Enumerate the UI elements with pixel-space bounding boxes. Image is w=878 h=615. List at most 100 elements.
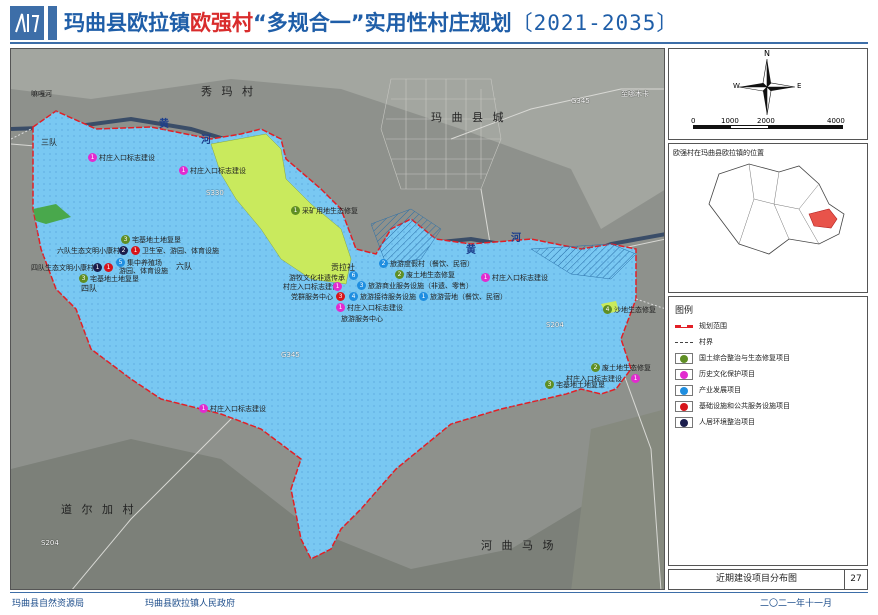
road-label-s330: S330 [206,189,224,197]
page-footer: 玛曲县自然资源局 玛曲县欧拉镇人民政府 二〇二一年十一月 [0,594,878,615]
marker-green[interactable]: 3 [121,235,130,244]
page-title: 玛曲县欧拉镇欧强村“多规合一”实用性村庄规划〔2021-2035〕 [64,6,678,40]
marker-green[interactable]: 3 [545,380,554,389]
marker-navy[interactable]: 2 [119,246,128,255]
legend: 图例 规划范围 村界 国土综合整治与生态修复项目 历史文化保护项目 产业发展项目… [668,296,868,566]
locator-map: 欧强村在玛曲县欧拉镇的位置 [668,143,868,293]
marker-blue[interactable]: 3 [357,281,366,290]
project-label: 沙地生态修复 [614,306,656,314]
bottom-rule [10,592,868,593]
compass-box: N E W 0 1000 2000 4000 [668,48,868,140]
label-siyu: 四队 [81,284,97,293]
marker-red[interactable]: 1 [131,246,140,255]
scale-1: 1000 [721,117,739,125]
legend-title: 图例 [675,306,694,316]
legend-item-heritage: 历史文化保护项目 [675,369,863,381]
legend-item-infrastructure: 基础设施和公共服务设施项目 [675,401,863,413]
marker-green[interactable]: 2 [395,270,404,279]
marker-green[interactable]: 3 [79,274,88,283]
header-rule [10,42,868,44]
page-header: 玛曲县欧拉镇欧强村“多规合一”实用性村庄规划〔2021-2035〕 [0,0,878,44]
project-label: 党群服务中心 [291,293,333,301]
legend-item-village-border: 村界 [675,337,863,349]
project-label: 四队生态文明小康村 [31,264,94,272]
marker-pink[interactable]: 1 [631,374,640,383]
compass-w: W [733,82,740,90]
marker-red[interactable]: 3 [336,292,345,301]
marker-green[interactable]: 4 [603,305,612,314]
project-label: 村庄入口标志建设 [492,274,548,282]
marker-navy[interactable]: 1 [93,263,102,272]
project-label: 村庄入口标志建设 [347,304,403,312]
legend-item-living-environment: 人居环境整治项目 [675,417,863,429]
marker-pink[interactable]: 1 [199,404,208,413]
project-label: 宅基地土地复垦 [132,236,181,244]
marker-pink[interactable]: 1 [88,153,97,162]
scale-bar [693,125,843,129]
project-label: 村庄入口标志建设 [190,167,246,175]
river-label-4: 河 [511,233,521,244]
map-footer: 近期建设项目分布图 27 [668,569,868,590]
label-hequmachang: 河 曲 马 场 [481,539,557,552]
marker-blue[interactable]: 1 [419,292,428,301]
road-label-s204b: S204 [41,539,59,547]
marker-green[interactable]: 2 [591,363,600,372]
compass-e: E [797,82,802,90]
project-label: 旅游度假村（餐饮、民宿） [390,260,474,268]
project-label: 旅游营地（餐饮、民宿） [430,293,507,301]
label-xiumacun: 秀 玛 村 [201,85,256,98]
project-label: 村庄入口标志建设 [283,283,339,291]
title-years: 〔2021-2035〕 [511,11,679,35]
marker-green[interactable]: 1 [291,206,300,215]
project-label: 旅游服务中心 [341,315,383,323]
marker-pink[interactable]: 1 [336,303,345,312]
marker-blue[interactable]: 6 [349,271,358,280]
marker-blue[interactable]: 2 [379,259,388,268]
label-sanyu: 三队 [41,138,57,147]
legend-item-boundary: 规划范围 [675,321,863,333]
title-main: “多规合一”实用性村庄规划 [253,11,512,35]
footer-date: 二〇二一年十一月 [760,599,833,609]
legend-item-industry: 产业发展项目 [675,385,863,397]
side-panel: N E W 0 1000 2000 4000 欧强村在玛曲县欧拉镇的位置 图例 … [668,48,868,590]
footer-org-mid: 玛曲县欧拉镇人民政府 [145,599,236,609]
plan-logo [10,6,44,40]
project-label: 废土地生态修复 [602,364,651,372]
road-label-zhimucun: 至哪木卡 [621,90,649,98]
village-logo-icon [10,6,44,40]
scale-3: 4000 [827,117,845,125]
locator-svg [708,163,845,255]
river-label-3: 黄 [466,245,476,256]
project-label: 宅基地土地复垦 [90,275,139,283]
map-view[interactable]: 秀 玛 村 玛 曲 县 城 道 尔 加 村 河 曲 马 场 三队 四队 六队 贡… [10,48,665,590]
road-label-g345b: G345 [281,351,300,359]
label-shimucun: 嘛嘎河 [31,90,52,98]
scale-0: 0 [691,117,696,125]
project-label: 废土地生态修复 [406,271,455,279]
road-label-g345a: G345 [571,97,590,105]
project-label: 村庄入口标志建设 [99,154,155,162]
marker-pink[interactable]: 1 [481,273,490,282]
title-prefix: 玛曲县欧拉镇 [64,11,190,35]
scale-2: 2000 [757,117,775,125]
label-maquxiancheng: 玛 曲 县 城 [431,111,507,124]
footer-org-left: 玛曲县自然资源局 [12,599,85,609]
locator-title: 欧强村在玛曲县欧拉镇的位置 [673,149,764,157]
road-label-s204a: S204 [546,321,564,329]
label-daoerjiacun: 道 尔 加 村 [61,503,137,516]
marker-red[interactable]: 1 [104,263,113,272]
label-liuyu: 六队 [176,262,192,271]
marker-blue[interactable]: 4 [349,292,358,301]
title-village: 欧强村 [190,11,253,35]
project-label: 旅游商业服务设施（非遗、零售） [368,282,473,290]
project-label: 六队生态文明小康村 [57,247,120,255]
legend-item-restoration: 国土综合整治与生态修复项目 [675,353,863,365]
project-label: 采矿用地生态修复 [302,207,358,215]
river-label-2: 河 [201,135,211,146]
river-label-1: 黄 [159,119,169,130]
marker-pink[interactable]: 1 [333,282,342,291]
project-label: 旅游接待服务设施 [360,293,416,301]
page-number: 27 [850,574,862,584]
logo-bar [48,6,57,40]
marker-pink[interactable]: 1 [179,166,188,175]
